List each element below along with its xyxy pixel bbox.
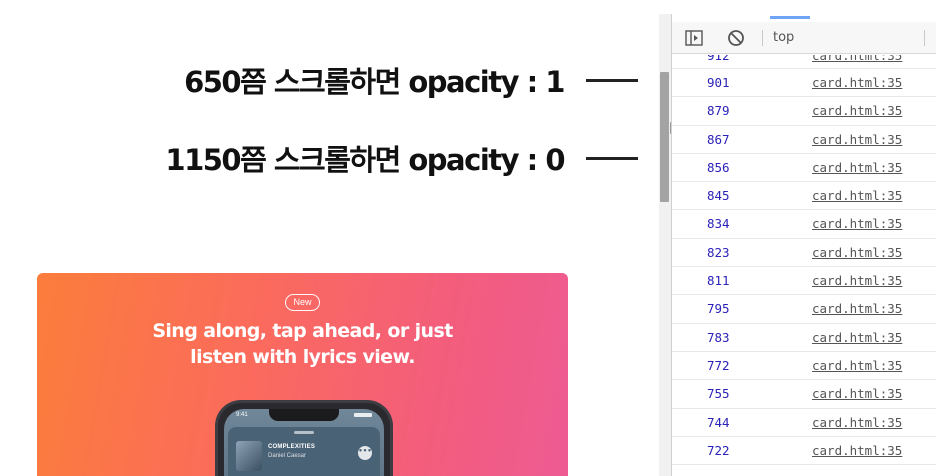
phone-clock: 9:41 [236,412,248,418]
now-playing-sheet: COMPLEXITIES Daniel Caesar ••• [228,427,380,476]
log-value: 744 [707,414,730,430]
log-value: 823 [707,244,730,260]
console-log-row: 744 card.html:35 [672,409,936,437]
annotation-text: 650쯤 스크롤하면 opacity : 1 [184,65,565,99]
log-value: 912 [707,55,730,63]
album-art [236,441,262,471]
console-log-row: 811 card.html:35 [672,267,936,296]
phone-screen: 9:41 COMPLEXITIES Daniel Caesar ••• [224,409,384,476]
iphone-mockup: 9:41 COMPLEXITIES Daniel Caesar ••• [215,400,393,476]
log-source-link[interactable]: card.html:35 [812,69,902,96]
log-source-link[interactable]: card.html:35 [812,210,902,237]
page-scrollbar[interactable] [659,14,671,476]
page-scrollbar-thumb[interactable] [660,72,669,202]
log-value: 722 [707,442,730,458]
phone-notch [269,409,339,421]
log-source-link[interactable]: card.html:35 [812,97,902,124]
toolbar-divider [762,30,763,46]
console-log-row: 722 card.html:35 [672,437,936,466]
log-value: 867 [707,131,730,147]
log-value: 811 [707,273,730,289]
promo-headline-line-1: Sing along, tap ahead, or just [152,320,453,342]
log-source-link[interactable]: card.html:35 [812,239,902,266]
console-log-row: 867 card.html:35 [672,126,936,154]
active-tab-indicator [770,16,810,19]
execution-context-selector[interactable]: top [773,29,794,47]
clear-console-icon[interactable] [726,29,746,47]
log-source-link[interactable]: card.html:35 [812,324,902,351]
log-source-link[interactable]: card.html:35 [812,55,902,62]
console-log-list: 912 card.html:35 901 card.html:35 879 card.ht… [672,55,936,476]
console-log-row: 845 card.html:35 [672,182,936,211]
log-source-link[interactable]: card.html:35 [812,295,902,322]
console-toolbar: top [672,22,936,54]
console-log-row: 856 card.html:35 [672,154,936,183]
show-sidebar-icon[interactable] [684,29,704,47]
annotation-pointer-line [586,78,638,82]
log-value: 845 [707,188,730,204]
console-log-row: 834 card.html:35 [672,210,936,239]
lyrics-promo-card: New Sing along, tap ahead, or just liste… [37,273,568,476]
battery-icon [354,413,372,417]
log-source-link[interactable]: card.html:35 [812,267,902,294]
console-log-row: 912 card.html:35 [672,55,936,69]
log-source-link[interactable]: card.html:35 [812,380,902,407]
song-title: COMPLEXITIES [268,444,316,450]
log-value: 856 [707,159,730,175]
log-source-link[interactable]: card.html:35 [812,409,902,436]
log-source-link[interactable]: card.html:35 [812,126,902,153]
sheet-grabber [294,431,314,434]
log-source-link[interactable]: card.html:35 [812,182,902,209]
log-value: 834 [707,216,730,232]
console-log-row: 823 card.html:35 [672,239,936,268]
log-value: 795 [707,301,730,317]
log-value: 772 [707,357,730,373]
console-log-row: 879 card.html:35 [672,97,936,126]
toolbar-divider [924,30,925,46]
new-badge: New [285,294,320,311]
log-value: 755 [707,386,730,402]
devtools-console-panel: top 912 card.html:35 901 card.html:35 879 car… [671,14,936,476]
promo-headline-line-2: listen with lyrics view. [190,346,415,368]
annotation-opacity-0: 1150쯤 스크롤하면 opacity : 0 [0,128,640,188]
more-options-icon: ••• [358,446,372,460]
annotation-opacity-1: 650쯤 스크롤하면 opacity : 1 [0,50,640,110]
console-log-row: 783 card.html:35 [672,324,936,352]
log-source-link[interactable]: card.html:35 [812,352,902,379]
console-log-row: 901 card.html:35 [672,69,936,98]
console-log-row: 772 card.html:35 [672,352,936,381]
log-source-link[interactable]: card.html:35 [812,154,902,181]
console-log-row: 795 card.html:35 [672,295,936,324]
annotation-pointer-line [586,156,638,160]
log-source-link[interactable]: card.html:35 [812,437,902,464]
console-log-row: 755 card.html:35 [672,380,936,409]
log-value: 783 [707,329,730,345]
annotation-text: 1150쯤 스크롤하면 opacity : 0 [165,143,565,177]
log-value: 901 [707,75,730,90]
song-artist: Daniel Caesar [268,453,307,459]
log-value: 879 [707,103,730,119]
